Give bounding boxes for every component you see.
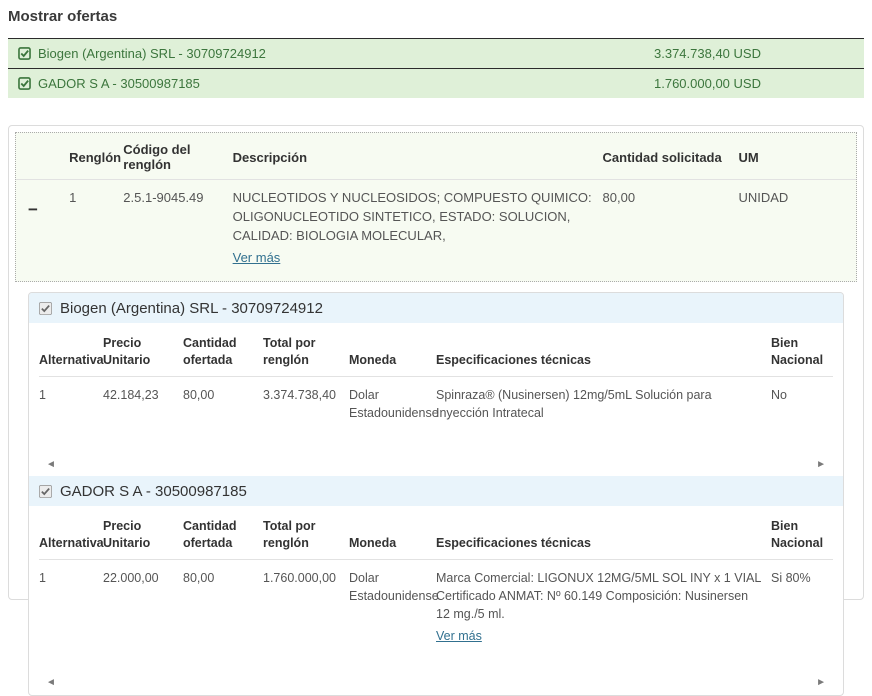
line-item-box: Renglón Código del renglón Descripción C… [15, 132, 857, 282]
cell-renglon: 1 [69, 180, 123, 274]
header-cantidad-ofertada: Cantidad ofertada [183, 508, 263, 559]
cell-codigo: 2.5.1-9045.49 [123, 180, 232, 274]
header-especificaciones: Especificaciones técnicas [436, 325, 771, 376]
offer-summary-amount: 3.374.738,40 USD [654, 46, 854, 61]
offer-summary-label: Biogen (Argentina) SRL - 30709724912 [38, 46, 266, 61]
cell-bien-nacional: Si 80% [771, 560, 833, 649]
header-moneda: Moneda [349, 508, 436, 559]
especificaciones-text: Marca Comercial: LIGONUX 12MG/5ML SOL IN… [436, 571, 761, 621]
header-spacer [16, 133, 69, 180]
checkbox-checked-icon[interactable] [39, 302, 52, 315]
offer-summary-row[interactable]: Biogen (Argentina) SRL - 30709724912 3.3… [8, 38, 864, 68]
cell-especificaciones: Spinraza® (Nusinersen) 12mg/5mL Solución… [436, 377, 771, 427]
offer-table-area: Alternativa Precio Unitario Cantidad ofe… [29, 506, 843, 691]
supplier-offers-panel: Biogen (Argentina) SRL - 30709724912 Alt… [28, 292, 844, 695]
header-bien-nacional: Bien Nacional [771, 325, 833, 376]
offer-table-header-row: Alternativa Precio Unitario Cantidad ofe… [39, 508, 833, 559]
cell-cantidad-ofertada: 80,00 [183, 560, 263, 649]
collapse-row-button[interactable]: − [28, 205, 38, 215]
offer-section-gador: GADOR S A - 30500987185 Alternativa Prec… [29, 476, 843, 691]
offer-table-area: Alternativa Precio Unitario Cantidad ofe… [29, 323, 843, 473]
cell-precio-unitario: 22.000,00 [103, 560, 183, 649]
cell-moneda: Dolar Estadounidense [349, 560, 436, 649]
descripcion-text: NUCLEOTIDOS Y NUCLEOSIDOS; COMPUESTO QUI… [233, 190, 592, 243]
header-codigo-renglon: Código del renglón [123, 133, 232, 180]
offer-section-title: GADOR S A - 30500987185 [60, 483, 247, 500]
check-square-icon [18, 47, 31, 60]
line-items-header-row: Renglón Código del renglón Descripción C… [16, 133, 856, 180]
header-bien-nacional: Bien Nacional [771, 508, 833, 559]
cell-especificaciones: Marca Comercial: LIGONUX 12MG/5ML SOL IN… [436, 560, 771, 649]
offer-summary-name: GADOR S A - 30500987185 [18, 76, 654, 91]
cell-precio-unitario: 42.184,23 [103, 377, 183, 427]
cell-moneda: Dolar Estadounidense [349, 377, 436, 427]
cell-total-por-renglon: 1.760.000,00 [263, 560, 349, 649]
offer-summary-label: GADOR S A - 30500987185 [38, 76, 200, 91]
cell-total-por-renglon: 3.374.738,40 [263, 377, 349, 427]
cell-cantidad-ofertada: 80,00 [183, 377, 263, 427]
offers-summary-table: Biogen (Argentina) SRL - 30709724912 3.3… [8, 38, 864, 98]
ver-mas-link[interactable]: Ver más [233, 249, 281, 268]
offer-table-header-row: Alternativa Precio Unitario Cantidad ofe… [39, 325, 833, 376]
cell-bien-nacional: No [771, 377, 833, 427]
header-renglon: Renglón [69, 133, 123, 180]
cell-cantidad: 80,00 [603, 180, 739, 274]
page: Mostrar ofertas Biogen (Argentina) SRL -… [0, 0, 872, 606]
header-total-por-renglon: Total por renglón [263, 508, 349, 559]
offer-section-header: Biogen (Argentina) SRL - 30709724912 [29, 293, 843, 323]
scroll-left-icon[interactable]: ◄ [46, 460, 56, 470]
header-um: UM [738, 133, 856, 180]
header-total-por-renglon: Total por renglón [263, 325, 349, 376]
line-item-row: − 1 2.5.1-9045.49 NUCLEOTIDOS Y NUCLEOSI… [16, 180, 856, 274]
offer-summary-name: Biogen (Argentina) SRL - 30709724912 [18, 46, 654, 61]
offer-summary-row[interactable]: GADOR S A - 30500987185 1.760.000,00 USD [8, 68, 864, 98]
horizontal-scrollbar[interactable]: ◄ ► [39, 456, 833, 473]
header-alternativa: Alternativa [39, 508, 103, 559]
offer-section-title: Biogen (Argentina) SRL - 30709724912 [60, 300, 323, 317]
line-items-table: Renglón Código del renglón Descripción C… [16, 133, 856, 273]
header-cantidad-ofertada: Cantidad ofertada [183, 325, 263, 376]
scroll-right-icon[interactable]: ► [816, 678, 826, 688]
page-title: Mostrar ofertas [8, 8, 864, 25]
horizontal-scrollbar[interactable]: ◄ ► [39, 675, 833, 692]
cell-descripcion: NUCLEOTIDOS Y NUCLEOSIDOS; COMPUESTO QUI… [233, 180, 603, 274]
collapse-cell: − [16, 180, 69, 274]
cell-um: UNIDAD [738, 180, 856, 274]
header-descripcion: Descripción [233, 133, 603, 180]
offer-section-biogen: Biogen (Argentina) SRL - 30709724912 Alt… [29, 293, 843, 473]
checkbox-checked-icon[interactable] [39, 485, 52, 498]
offer-row: 1 22.000,00 80,00 1.760.000,00 Dolar Est… [39, 560, 833, 649]
ver-mas-link[interactable]: Ver más [436, 627, 482, 645]
header-cantidad-solicitada: Cantidad solicitada [603, 133, 739, 180]
offers-detail-panel: Renglón Código del renglón Descripción C… [8, 125, 864, 600]
offer-row: 1 42.184,23 80,00 3.374.738,40 Dolar Est… [39, 377, 833, 427]
offer-table: Alternativa Precio Unitario Cantidad ofe… [39, 325, 833, 426]
cell-alternativa: 1 [39, 560, 103, 649]
header-especificaciones: Especificaciones técnicas [436, 508, 771, 559]
header-precio-unitario: Precio Unitario [103, 325, 183, 376]
offer-section-header: GADOR S A - 30500987185 [29, 476, 843, 506]
cell-alternativa: 1 [39, 377, 103, 427]
offer-summary-amount: 1.760.000,00 USD [654, 76, 854, 91]
header-precio-unitario: Precio Unitario [103, 508, 183, 559]
scroll-left-icon[interactable]: ◄ [46, 678, 56, 688]
offer-table: Alternativa Precio Unitario Cantidad ofe… [39, 508, 833, 648]
header-alternativa: Alternativa [39, 325, 103, 376]
header-moneda: Moneda [349, 325, 436, 376]
check-square-icon [18, 77, 31, 90]
scroll-right-icon[interactable]: ► [816, 460, 826, 470]
